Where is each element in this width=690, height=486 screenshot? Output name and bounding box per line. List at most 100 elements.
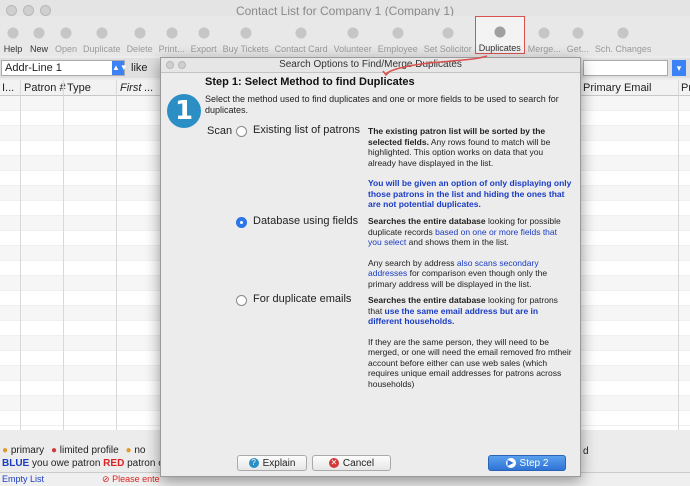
dialog-close-button[interactable]: [166, 61, 174, 69]
status-right-text: Please ente: [112, 474, 160, 484]
radio-existing-list[interactable]: [236, 126, 247, 137]
column-header-pr[interactable]: Pr: [681, 82, 690, 94]
get-icon: [567, 24, 588, 42]
toolbar-set-solicitor-button[interactable]: Set Solicitor: [421, 16, 475, 54]
close-window-button[interactable]: [6, 5, 17, 16]
no-profile-icon: ●: [125, 445, 132, 456]
toolbar-volunteer-button[interactable]: Volunteer: [331, 16, 375, 54]
export-icon: [193, 24, 214, 42]
toolbar-contact-card-button[interactable]: Contact Card: [272, 16, 331, 54]
dialog-window-controls: [166, 61, 186, 69]
legend-red-text: patron o: [124, 458, 164, 469]
toolbar-label: Volunteer: [333, 44, 372, 54]
option-duplicate-emails-label[interactable]: For duplicate emails: [253, 293, 351, 305]
legend-no: no: [134, 445, 146, 456]
option-database-fields-label[interactable]: Database using fields: [253, 215, 358, 227]
operator-label: like: [131, 62, 148, 74]
toolbar-delete-button[interactable]: Delete: [124, 16, 156, 54]
toolbar-label: Merge...: [527, 44, 561, 54]
toolbar-label: Help: [3, 44, 23, 54]
toolbar-new-button[interactable]: New: [26, 16, 52, 54]
step2-button[interactable]: ▶ Step 2: [488, 455, 566, 471]
status-right: ⊘ Please ente: [102, 474, 160, 485]
solicitor-icon: [437, 24, 458, 42]
legend-blue-text: you owe patron: [29, 458, 104, 469]
toolbar-label: Contact Card: [274, 44, 328, 54]
duplicate-icon: [91, 24, 112, 42]
toolbar-sch-changes-button[interactable]: Sch. Changes: [592, 16, 655, 54]
chevron-updown-icon: ▲▼: [112, 61, 128, 75]
step-number-badge: 1: [167, 94, 201, 128]
search-input[interactable]: [583, 60, 668, 76]
radio-duplicate-emails[interactable]: [236, 295, 247, 306]
opt2-desc-text3: Any search by address: [368, 257, 457, 268]
toolbar-label: Print...: [158, 44, 185, 54]
toolbar-label: Delete: [126, 44, 153, 54]
column-header-type[interactable]: Type: [67, 82, 91, 94]
limited-profile-icon: ●: [50, 445, 57, 456]
toolbar-export-button[interactable]: Export: [188, 16, 220, 54]
merge-icon: [534, 24, 555, 42]
step-description: Select the method used to find duplicate…: [205, 94, 559, 115]
toolbar-employee-button[interactable]: Employee: [375, 16, 421, 54]
search-field-select[interactable]: Addr-Line 1 ▲▼: [1, 60, 128, 76]
opt1-desc-blue: You will be given an option of only disp…: [368, 178, 572, 209]
column-header-id[interactable]: I...: [2, 82, 14, 94]
toolbar-duplicates-button[interactable]: Duplicates: [474, 16, 525, 54]
toolbar-duplicate-button[interactable]: Duplicate: [80, 16, 124, 54]
radio-database-fields[interactable]: [236, 217, 247, 228]
schedule-icon: [613, 24, 634, 42]
help-icon: ?: [248, 458, 259, 468]
column-divider: [116, 80, 117, 430]
toolbar-merge-button[interactable]: Merge...: [525, 16, 564, 54]
zoom-window-button[interactable]: [40, 5, 51, 16]
toolbar-buy-tickets-button[interactable]: Buy Tickets: [220, 16, 272, 54]
toolbar-label: Set Solicitor: [423, 44, 472, 54]
minimize-window-button[interactable]: [23, 5, 34, 16]
column-divider: [20, 80, 21, 430]
ticket-icon: [235, 24, 256, 42]
new-icon: [29, 24, 49, 42]
legend-right-fragment: d: [583, 446, 589, 457]
step2-label: Step 2: [519, 457, 549, 469]
opt2-desc-text2: and shows them in the list.: [406, 237, 509, 247]
search-field-value: Addr-Line 1: [5, 62, 62, 74]
filter-dropdown-button[interactable]: ▾: [672, 60, 686, 76]
option-duplicate-emails-description: Searches the entire database looking for…: [368, 295, 573, 389]
toolbar-label: Buy Tickets: [222, 44, 269, 54]
help-icon: [3, 24, 23, 42]
explain-label: Explain: [262, 457, 296, 469]
dialog-minimize-button[interactable]: [178, 61, 186, 69]
find-duplicates-dialog: Search Options to Find/Merge Duplicates …: [160, 57, 581, 477]
toolbar-label: Duplicate: [83, 44, 121, 54]
toolbar-get-button[interactable]: Get...: [564, 16, 592, 54]
dialog-titlebar: Search Options to Find/Merge Duplicates: [161, 58, 580, 73]
column-divider: [63, 80, 64, 430]
cancel-icon: ✕: [328, 458, 339, 468]
column-header-primary-email[interactable]: Primary Email: [583, 82, 651, 94]
step-title: Step 1: Select Method to find Duplicates: [205, 76, 415, 88]
status-left: Empty List: [2, 474, 45, 484]
option-database-fields-description: Searches the entire database looking for…: [368, 216, 573, 289]
toolbar-label: New: [29, 44, 48, 54]
cancel-button[interactable]: ✕ Cancel: [312, 455, 391, 471]
explain-button[interactable]: ? Explain: [237, 455, 307, 471]
legend-primary: primary: [10, 445, 45, 456]
column-divider: [678, 80, 679, 430]
opt3-desc-blue1: use the same email address but are in di…: [368, 305, 539, 327]
option-existing-list-label[interactable]: Existing list of patrons: [253, 124, 360, 136]
cancel-label: Cancel: [342, 457, 375, 469]
toolbar-label: Open: [55, 44, 78, 54]
volunteer-icon: [342, 24, 363, 42]
toolbar-help-button[interactable]: Help: [0, 16, 26, 54]
window-controls: [6, 5, 51, 16]
toolbar: Help New Open Duplicate Delete Print... Export…: [0, 16, 690, 56]
column-header-patron-number[interactable]: Patron #: [24, 82, 66, 94]
opt3-desc-bold: Searches the entire database: [368, 295, 486, 305]
duplicates-icon: [489, 23, 510, 41]
column-header-first[interactable]: First ...: [120, 82, 154, 94]
toolbar-print-button[interactable]: Print...: [156, 16, 188, 54]
toolbar-open-button[interactable]: Open: [52, 16, 80, 54]
trash-icon: [129, 24, 150, 42]
option-existing-list-description: The existing patron list will be sorted …: [368, 126, 573, 210]
